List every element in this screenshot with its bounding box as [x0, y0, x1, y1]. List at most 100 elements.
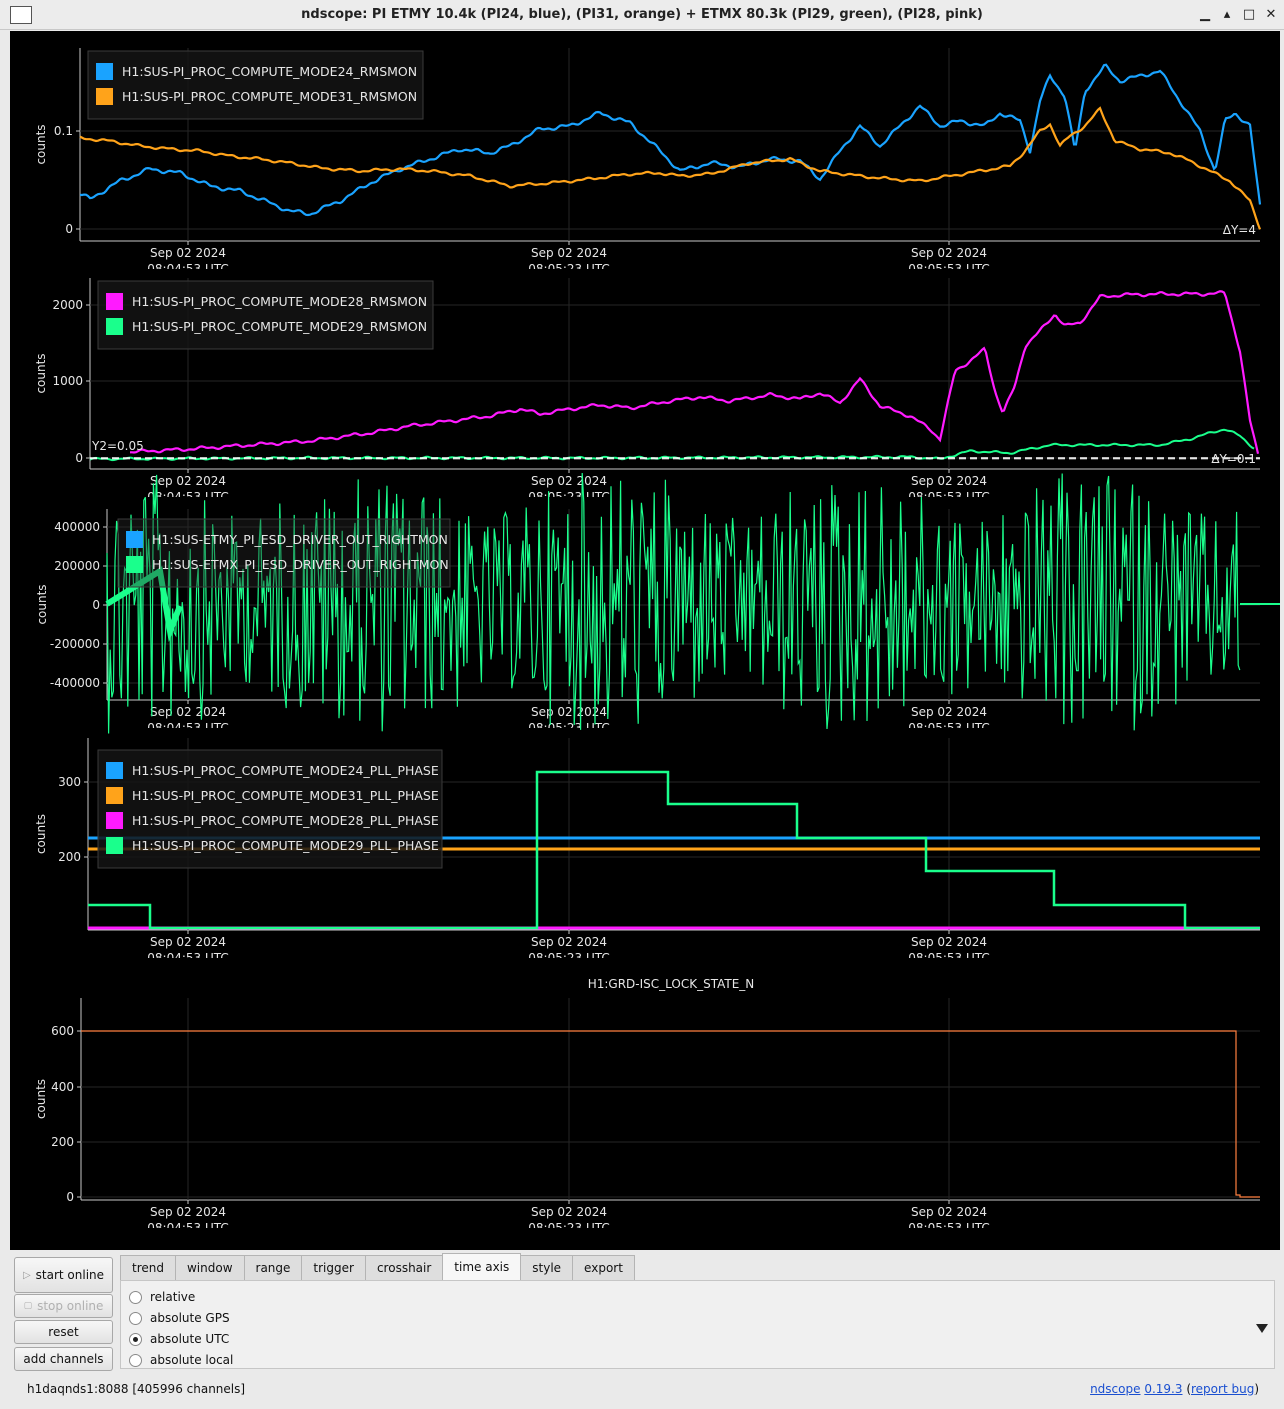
x-tick-time: 08:05:53 UTC	[908, 490, 990, 504]
tab-range[interactable]: range	[243, 1255, 303, 1280]
legend-box	[117, 518, 451, 588]
x-tick-date: Sep 02 2024	[911, 1205, 987, 1219]
x-tick-date: Sep 02 2024	[911, 705, 987, 719]
plot-title-lock-state: H1:GRD-ISC_LOCK_STATE_N	[588, 977, 755, 991]
legend-box	[97, 280, 434, 350]
x-tick-time: 08:05:23 UTC	[528, 1221, 610, 1235]
x-tick-date: Sep 02 2024	[150, 1205, 226, 1219]
x-tick-time: 08:04:53 UTC	[147, 490, 229, 504]
x-tick-time: 08:04:53 UTC	[147, 262, 229, 276]
stop-online-button: ▢ stop online	[14, 1294, 113, 1318]
tab-trigger[interactable]: trigger	[301, 1255, 366, 1280]
radio-circle[interactable]	[129, 1290, 142, 1304]
radio-absolute-gps[interactable]: absolute GPS	[129, 1311, 230, 1325]
legend-swatch-mode24	[106, 762, 123, 779]
y-axis-label: counts	[34, 353, 48, 393]
radio-absolute-utc[interactable]: absolute UTC	[129, 1332, 229, 1346]
legend-label-mode24: H1:SUS-PI_PROC_COMPUTE_MODE24_RMSMON	[122, 64, 417, 79]
delta-y-annotation: ΔY=0.1	[1211, 452, 1256, 466]
legend-label-mode29: H1:SUS-PI_PROC_COMPUTE_MODE29_PLL_PHASE	[132, 838, 439, 853]
trace-mode29-rmsmon	[89, 428, 1255, 462]
x-tick-time: 08:05:23 UTC	[528, 721, 610, 735]
legend-label-mode28: H1:SUS-PI_PROC_COMPUTE_MODE28_PLL_PHASE	[132, 813, 439, 828]
window-title: ndscope: PI ETMY 10.4k (PI24, blue), (PI…	[301, 7, 983, 22]
y-tick-label: 0	[66, 1190, 74, 1204]
legend-swatch-etmy	[126, 531, 143, 548]
legend-swatch-mode31	[96, 88, 113, 105]
legend-swatch-mode24	[96, 63, 113, 80]
y-tick-label: 1000	[52, 374, 83, 388]
x-tick-time: 08:05:23 UTC	[528, 951, 610, 965]
minimize-icon[interactable]: ▁	[1196, 5, 1214, 25]
x-tick-time: 08:05:23 UTC	[528, 490, 610, 504]
radio-circle[interactable]	[129, 1311, 142, 1325]
x-tick-time: 08:05:23 UTC	[528, 262, 610, 276]
x-tick-date: Sep 02 2024	[911, 246, 987, 260]
window-titlebar: ndscope: PI ETMY 10.4k (PI24, blue), (PI…	[0, 0, 1284, 30]
server-status: h1daqnds1:8088 [405996 channels]	[27, 1382, 246, 1396]
legend-swatch-mode31	[106, 787, 123, 804]
y-tick-label: -200000	[50, 637, 100, 651]
version-info: ndscope 0.19.3 (report bug)	[1090, 1382, 1259, 1396]
y-tick-label: 2000	[52, 298, 83, 312]
trace-mode31-rmsmon	[79, 106, 1262, 230]
tab-crosshair[interactable]: crosshair	[364, 1255, 444, 1280]
tab-style[interactable]: style	[520, 1255, 574, 1280]
radio-absolute-local[interactable]: absolute local	[129, 1353, 233, 1367]
plot-canvas[interactable]: 0.1 0 counts Sep 02 2024 08:04:53 UTC Sep 02 …	[10, 31, 1280, 1250]
y-axis-label: counts	[34, 124, 48, 164]
radio-circle[interactable]	[129, 1353, 142, 1367]
radio-circle-selected[interactable]	[129, 1332, 142, 1346]
reset-button[interactable]: reset	[14, 1320, 113, 1344]
legend-box	[87, 50, 424, 120]
trace-isc-lock-state	[81, 1030, 1260, 1198]
tab-trend[interactable]: trend	[120, 1255, 176, 1280]
y-tick-label: 0.1	[54, 124, 73, 138]
add-channels-button[interactable]: add channels	[14, 1347, 113, 1371]
x-tick-time: 08:05:53 UTC	[908, 1221, 990, 1235]
tab-time-axis[interactable]: time axis	[442, 1253, 522, 1280]
radio-relative[interactable]: relative	[129, 1290, 195, 1304]
ndscope-link[interactable]: ndscope	[1090, 1382, 1140, 1396]
maximize-icon[interactable]: □	[1240, 5, 1258, 25]
x-tick-time: 08:05:53 UTC	[908, 721, 990, 735]
x-tick-time: 08:04:53 UTC	[147, 721, 229, 735]
x-tick-date: Sep 02 2024	[531, 1205, 607, 1219]
x-tick-date: Sep 02 2024	[531, 474, 607, 488]
x-tick-date: Sep 02 2024	[150, 246, 226, 260]
x-tick-date: Sep 02 2024	[531, 246, 607, 260]
y-tick-label: -400000	[50, 676, 100, 690]
play-icon: ▷	[22, 1269, 31, 1281]
y-tick-label: 200	[58, 850, 81, 864]
close-icon[interactable]: ✕	[1262, 5, 1280, 25]
restore-icon[interactable]: ▴	[1218, 5, 1236, 25]
report-bug-link[interactable]: report bug	[1191, 1382, 1254, 1396]
x-tick-time: 08:04:53 UTC	[147, 1221, 229, 1235]
version-link[interactable]: 0.19.3	[1144, 1382, 1182, 1396]
start-online-button[interactable]: ▷ start online	[14, 1257, 113, 1293]
y-tick-label: 400000	[54, 520, 100, 534]
tab-export[interactable]: export	[572, 1255, 635, 1280]
tab-window[interactable]: window	[174, 1255, 245, 1280]
collapse-arrow-icon[interactable]	[1256, 1324, 1268, 1333]
legend-swatch-mode28	[106, 293, 123, 310]
legend-swatch-etmx	[126, 556, 143, 573]
x-tick-time: 08:04:53 UTC	[147, 951, 229, 965]
legend-label-mode31: H1:SUS-PI_PROC_COMPUTE_MODE31_RMSMON	[122, 89, 417, 104]
y-axis-label: counts	[35, 584, 49, 624]
y-tick-label: 200	[51, 1135, 74, 1149]
settings-tabs: trend window range trigger crosshair tim…	[120, 1253, 635, 1280]
x-tick-date: Sep 02 2024	[911, 935, 987, 949]
x-tick-time: 08:05:53 UTC	[908, 951, 990, 965]
time-axis-panel: relative absolute GPS absolute UTC absol…	[120, 1280, 1275, 1369]
legend-label-mode24: H1:SUS-PI_PROC_COMPUTE_MODE24_PLL_PHASE	[132, 763, 439, 778]
x-tick-date: Sep 02 2024	[911, 474, 987, 488]
control-panel: ▷ start online ▢ stop online reset add c…	[10, 1250, 1280, 1409]
legend-label-etmy: H1:SUS-ETMY_PI_ESD_DRIVER_OUT_RIGHTMON	[152, 532, 448, 547]
plot-area[interactable]: 0.1 0 counts Sep 02 2024 08:04:53 UTC Sep 02 …	[10, 31, 1280, 1250]
y-tick-label: 0	[65, 222, 73, 236]
y-tick-label: 200000	[54, 559, 100, 573]
y-tick-label: 300	[58, 775, 81, 789]
y-axis-label: counts	[34, 1079, 48, 1119]
x-tick-time: 08:05:53 UTC	[908, 262, 990, 276]
